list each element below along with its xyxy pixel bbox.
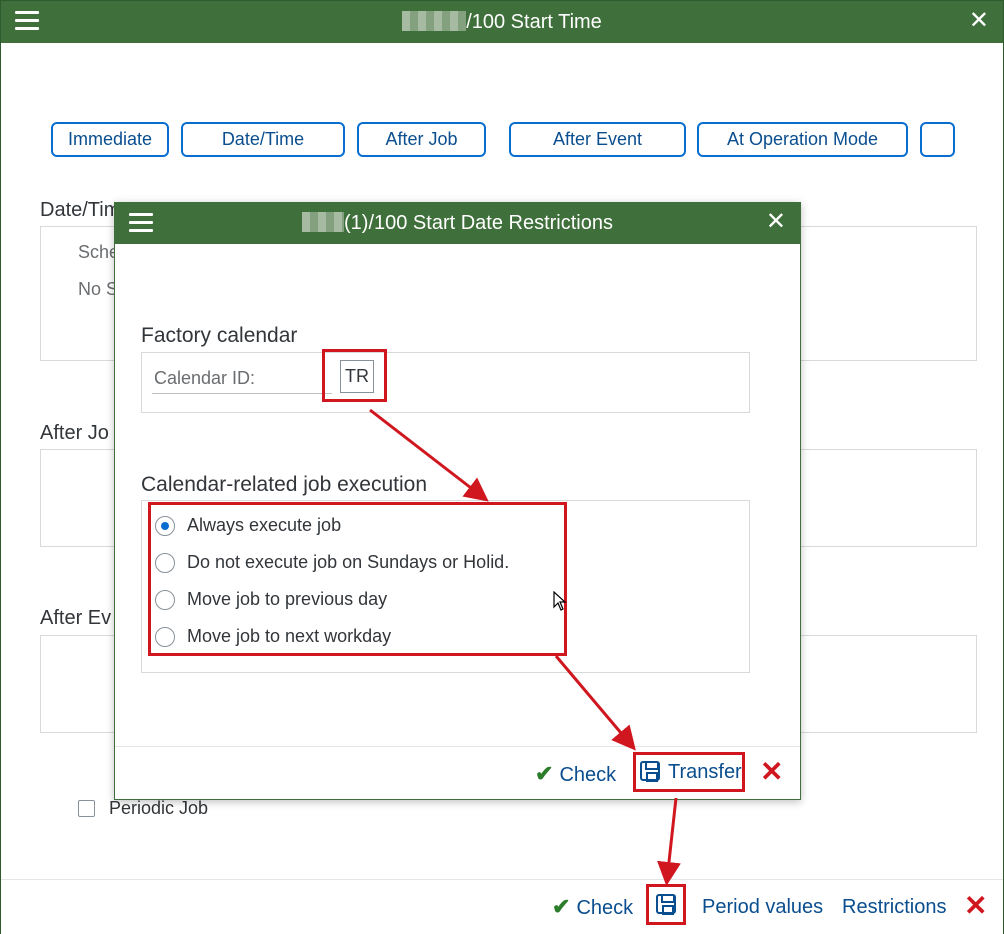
date-time-button[interactable]: Date/Time [181, 122, 345, 157]
period-values-button[interactable]: Period values [702, 896, 823, 919]
radio-button[interactable] [155, 553, 175, 573]
datetime-section-label: Date/Tim [40, 199, 121, 221]
no-start-text: No S [78, 279, 119, 299]
close-icon[interactable]: ✕ [969, 9, 989, 33]
window-title: /100 Start Time [1, 11, 1003, 34]
execution-section-label: Calendar-related job execution [141, 473, 428, 496]
radio-button[interactable] [155, 590, 175, 610]
close-icon[interactable]: ✕ [766, 210, 786, 234]
periodic-job-label: Periodic Job [109, 798, 209, 818]
periodic-job-checkbox[interactable] [78, 800, 95, 817]
factory-calendar-label: Factory calendar [141, 324, 298, 347]
redacted-text [402, 11, 467, 31]
afterjob-section-label: After Jo [40, 422, 109, 444]
cancel-icon[interactable]: ✕ [760, 758, 783, 786]
save-icon [656, 894, 676, 915]
field-underline [152, 393, 332, 394]
transfer-button[interactable]: Transfer [640, 761, 742, 784]
radio-button[interactable] [155, 516, 175, 536]
check-button[interactable]: ✔ Check [552, 894, 633, 920]
schedule-text: Sche [78, 242, 120, 262]
window-footer: ✔ Check Period values Restrictions ✕ [1, 879, 1003, 934]
mouse-cursor-icon [553, 591, 567, 611]
check-icon: ✔ [552, 894, 571, 919]
save-icon [640, 761, 660, 782]
more-button[interactable] [920, 122, 955, 157]
dialog-check-button[interactable]: ✔ Check [535, 761, 616, 787]
immediate-button[interactable]: Immediate [51, 122, 169, 157]
redacted-text [302, 212, 344, 232]
save-button[interactable] [656, 894, 676, 917]
calendar-id-input[interactable]: TR [340, 360, 374, 393]
operation-mode-button[interactable]: At Operation Mode [697, 122, 908, 157]
check-icon: ✔ [535, 761, 554, 786]
restrictions-button[interactable]: Restrictions [842, 896, 946, 919]
window-titlebar: /100 Start Time ✕ [1, 1, 1003, 43]
dialog-titlebar: (1)/100 Start Date Restrictions ✕ [115, 203, 800, 244]
after-event-button[interactable]: After Event [509, 122, 686, 157]
calendar-id-label: Calendar ID: [154, 368, 256, 388]
radio-button[interactable] [155, 627, 175, 647]
cancel-icon[interactable]: ✕ [964, 892, 987, 920]
afterevent-section-label: After Ev [40, 607, 112, 629]
after-job-button[interactable]: After Job [357, 122, 486, 157]
dialog-title: (1)/100 Start Date Restrictions [115, 212, 800, 235]
